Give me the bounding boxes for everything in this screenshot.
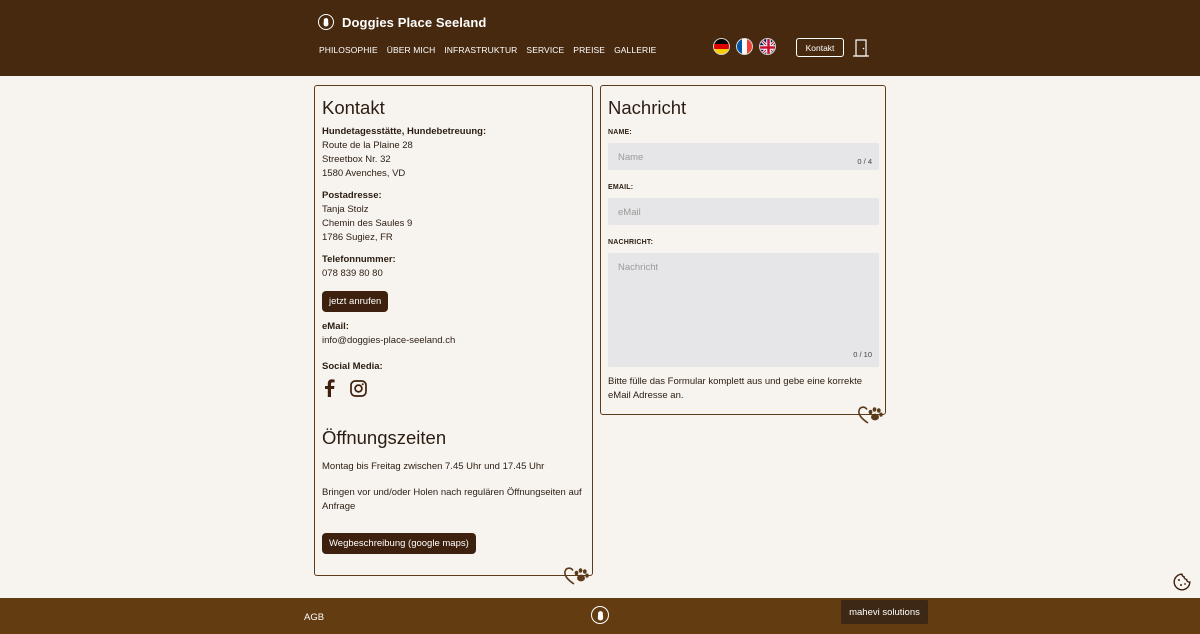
cookie-settings-icon[interactable] (1173, 573, 1191, 591)
agb-link[interactable]: AGB (304, 612, 324, 623)
credit-badge[interactable]: mahevi solutions (841, 600, 928, 624)
name-field[interactable]: Name 0 / 4 (608, 143, 879, 170)
brand-title: Doggies Place Seeland (342, 14, 487, 30)
nav-item-gallerie[interactable]: GALLERIE (614, 45, 656, 55)
site-header: Doggies Place Seeland PHILOSOPHIE ÜBER M… (0, 0, 1200, 76)
nav-item-ueber-mich[interactable]: ÜBER MICH (387, 45, 436, 55)
language-switcher (713, 38, 776, 55)
social-label: Social Media: (322, 361, 383, 372)
brand-link[interactable]: Doggies Place Seeland (318, 14, 486, 30)
contact-details: Hundetagesstätte, Hundebetreuung: Route … (322, 125, 587, 397)
door-login-icon[interactable] (853, 39, 869, 57)
name-label: NAME: (608, 129, 632, 136)
contact-title: Kontakt (322, 97, 385, 118)
phone-number: 078 839 80 80 (322, 268, 383, 279)
instagram-icon[interactable] (350, 379, 367, 397)
footer-dog-logo-icon (591, 606, 609, 624)
name-placeholder: Name (618, 152, 644, 163)
postal-label: Postadresse: (322, 190, 382, 201)
daycare-address-line: Streetbox Nr. 32 (322, 154, 391, 165)
hours-title: Öffnungszeiten (322, 427, 447, 448)
contact-card: Kontakt Hundetagesstätte, Hundebetreuung… (314, 85, 593, 576)
german-flag-icon[interactable] (713, 38, 730, 55)
email-placeholder: eMail (618, 207, 641, 218)
nav-item-infrastruktur[interactable]: INFRASTRUKTUR (444, 45, 517, 55)
email-field[interactable]: eMail (608, 198, 879, 225)
dog-logo-icon (318, 14, 334, 30)
maps-button[interactable]: Wegbeschreibung (google maps) (322, 533, 476, 554)
uk-flag-icon[interactable] (759, 38, 776, 55)
name-char-counter: 0 / 4 (857, 157, 872, 166)
nav-item-service[interactable]: SERVICE (526, 45, 564, 55)
social-links (322, 379, 587, 397)
daycare-address-line: Route de la Plaine 28 (322, 140, 413, 151)
email-link[interactable]: info@doggies-place-seeland.ch (322, 334, 587, 348)
nav-item-preise[interactable]: PREISE (573, 45, 605, 55)
heart-paw-icon (564, 567, 589, 585)
message-title: Nachricht (608, 97, 687, 118)
site-footer: AGB (0, 598, 1200, 634)
message-placeholder: Nachricht (618, 262, 659, 273)
facebook-icon[interactable] (322, 379, 336, 397)
hours-note: Bringen vor und/oder Holen nach reguläre… (322, 487, 582, 512)
message-field-label: NACHRICHT: (608, 239, 654, 246)
phone-label: Telefonnummer: (322, 254, 396, 265)
postal-address-line: 1786 Sugiez, FR (322, 232, 393, 243)
message-textarea[interactable]: Nachricht 0 / 10 (608, 253, 879, 367)
email-label: eMail: (322, 321, 349, 332)
call-button[interactable]: jetzt anrufen (322, 291, 389, 312)
hours-text: Montag bis Freitag zwischen 7.45 Uhr und… (322, 461, 545, 472)
contact-button[interactable]: Kontakt (796, 38, 844, 57)
form-hint: Bitte fülle das Formular komplett aus un… (608, 376, 862, 401)
daycare-label: Hundetagesstätte, Hundebetreuung: (322, 126, 487, 137)
main-nav: PHILOSOPHIE ÜBER MICH INFRASTRUKTUR SERV… (319, 45, 656, 55)
nav-item-philosophie[interactable]: PHILOSOPHIE (319, 45, 378, 55)
message-char-counter: 0 / 10 (853, 350, 872, 359)
postal-address-line: Tanja Stolz (322, 204, 369, 215)
daycare-address-line: 1580 Avenches, VD (322, 168, 406, 179)
email-field-label: EMAIL: (608, 184, 634, 191)
french-flag-icon[interactable] (736, 38, 753, 55)
heart-paw-icon (858, 406, 883, 424)
postal-address-line: Chemin des Saules 9 (322, 218, 413, 229)
